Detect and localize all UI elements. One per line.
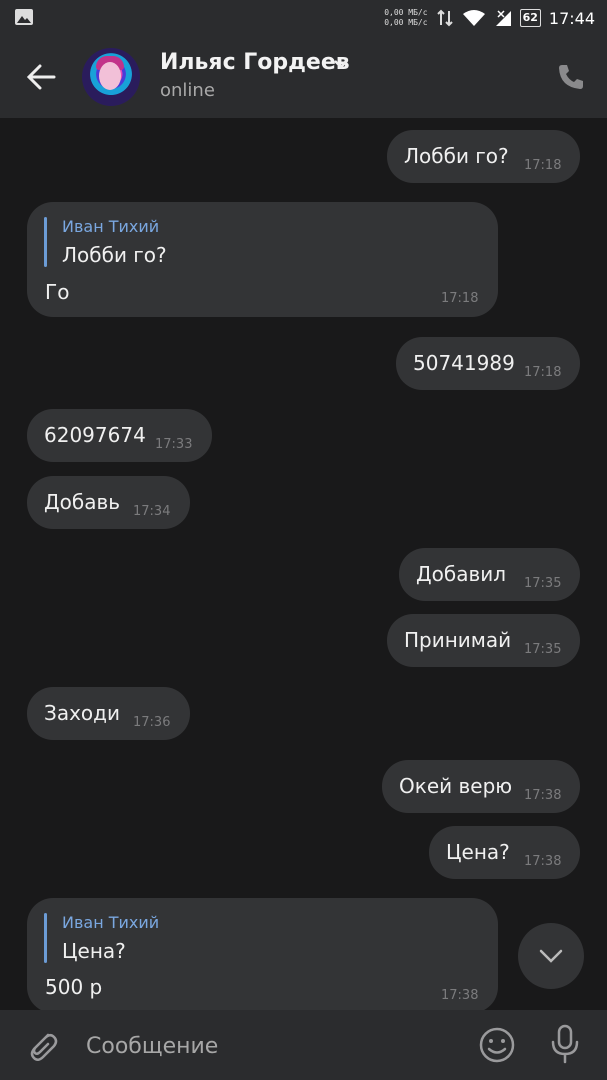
message-text: Заходи <box>44 701 120 725</box>
message-text: Лобби го? <box>404 144 509 168</box>
message-input[interactable] <box>84 1024 468 1068</box>
back-arrow-icon <box>26 64 56 90</box>
message-outgoing[interactable]: Окей верю 17:38 <box>382 760 580 813</box>
message-outgoing[interactable]: Лобби го? 17:18 <box>387 130 580 183</box>
message-incoming[interactable]: Добавь 17:34 <box>27 476 190 529</box>
quote-author: Иван Тихий <box>62 217 160 236</box>
message-text: Добавил <box>416 562 507 586</box>
avatar[interactable] <box>82 48 140 106</box>
message-incoming-reply[interactable]: Иван Тихий Лобби го? Го 17:18 <box>27 202 498 317</box>
message-time: 17:35 <box>524 642 562 657</box>
message-time: 17:18 <box>524 158 562 173</box>
contact-name[interactable]: Ильяс Гордеев <box>160 50 350 75</box>
quote-bar <box>44 217 47 267</box>
message-text: 50741989 <box>413 351 515 375</box>
message-text: 62097674 <box>44 423 146 447</box>
emoji-icon[interactable] <box>478 1026 516 1064</box>
message-text: Цена? <box>446 840 510 864</box>
message-outgoing[interactable]: Добавил 17:35 <box>399 548 580 601</box>
message-time: 17:38 <box>524 788 562 803</box>
message-composer <box>0 1010 607 1080</box>
avatar-face <box>99 62 121 90</box>
message-time: 17:38 <box>524 854 562 869</box>
message-incoming-reply[interactable]: Иван Тихий Цена? 500 р 17:38 <box>27 898 498 1013</box>
paperclip-icon[interactable] <box>26 1027 58 1063</box>
signal-icon <box>495 10 511 26</box>
message-text: Окей верю <box>399 774 513 798</box>
scroll-down-icon <box>539 949 563 963</box>
battery-icon: 62 <box>519 9 541 27</box>
message-time: 17:38 <box>441 988 479 1003</box>
message-time: 17:18 <box>524 365 562 380</box>
message-time: 17:18 <box>441 291 479 306</box>
message-incoming[interactable]: 62097674 17:33 <box>27 409 212 462</box>
network-speed: 0,00 МБ/с 0,00 МБ/с <box>384 8 427 28</box>
phone-icon[interactable] <box>556 62 586 92</box>
status-right: 0,00 МБ/с 0,00 МБ/с 62 17:44 <box>384 0 595 36</box>
quote-bar <box>44 913 47 963</box>
back-button[interactable] <box>22 58 60 96</box>
message-time: 17:36 <box>133 715 171 730</box>
clock: 17:44 <box>548 8 595 28</box>
speed-up: 0,00 МБ/с <box>384 8 428 17</box>
arrows-updown-icon <box>436 9 453 27</box>
chevron-down-icon[interactable] <box>333 56 349 72</box>
microphone-icon[interactable] <box>548 1024 582 1064</box>
status-bar: 0,00 МБ/с 0,00 МБ/с 62 17:44 <box>0 0 607 36</box>
scroll-down-button[interactable] <box>518 923 584 989</box>
quote-text: Лобби го? <box>62 243 167 267</box>
chat-header: Ильяс Гордеев online <box>0 36 607 118</box>
message-outgoing[interactable]: Принимай 17:35 <box>387 614 580 667</box>
message-incoming[interactable]: Заходи 17:36 <box>27 687 190 740</box>
contact-status: online <box>160 80 215 101</box>
wifi-icon <box>462 10 485 26</box>
message-time: 17:35 <box>524 576 562 591</box>
message-text: Го <box>45 280 70 304</box>
message-outgoing[interactable]: Цена? 17:38 <box>429 826 580 879</box>
quote-text: Цена? <box>62 939 126 963</box>
quote-author: Иван Тихий <box>62 913 160 932</box>
message-time: 17:34 <box>133 504 171 519</box>
message-outgoing[interactable]: 50741989 17:18 <box>396 337 580 390</box>
gallery-icon <box>15 9 33 25</box>
message-time: 17:33 <box>155 437 193 452</box>
message-text: Добавь <box>44 490 121 514</box>
message-text: 500 р <box>45 975 103 999</box>
speed-down: 0,00 МБ/с <box>384 18 428 27</box>
message-text: Принимай <box>404 628 512 652</box>
